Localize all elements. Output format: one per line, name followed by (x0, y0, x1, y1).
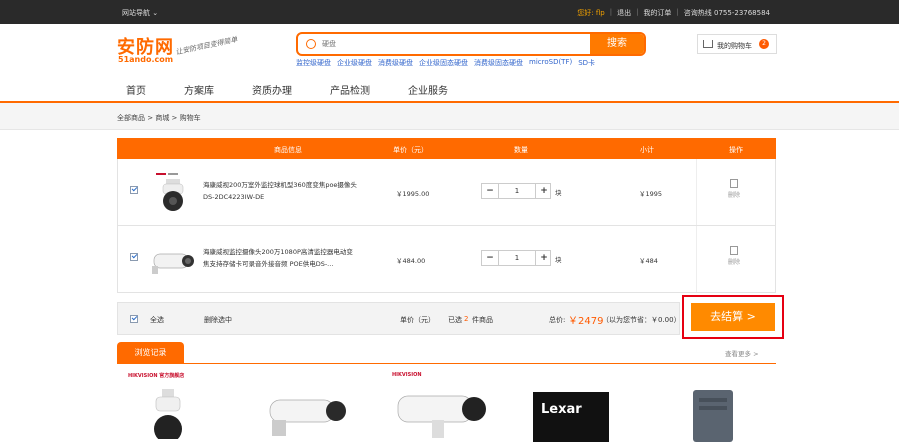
site-logo[interactable]: 安防网 51ando.com 让安防项目变得简单 (117, 33, 257, 67)
unit-price: ￥484.00 (396, 257, 426, 265)
total-label: 总价: (549, 316, 566, 324)
product-image (269, 399, 346, 436)
history-item[interactable]: Lexar (533, 392, 609, 442)
history-item[interactable] (262, 390, 352, 444)
product-name[interactable]: 海康威视监控摄像头200万1080P高清监控器电动变焦支持存储卡可录音外接音频 … (203, 246, 358, 270)
hot-keyword[interactable]: 企业级硬盘 (337, 58, 372, 68)
history-item[interactable]: HIKVISION 官方旗舰店 (128, 372, 208, 443)
divider (696, 159, 697, 225)
summary-unit-price-label: 单价（元） (400, 316, 435, 324)
product-name[interactable]: 海康威视200万室外监控球机型360度变焦poe摄像头DS-2DC4223IW-… (203, 179, 358, 203)
cart-item-row: 海康威视200万室外监控球机型360度变焦poe摄像头DS-2DC4223IW-… (117, 159, 776, 226)
view-more-link[interactable]: 查看更多 > (725, 348, 759, 358)
header-quantity: 数量 (514, 146, 528, 154)
hot-keyword[interactable]: microSD(TF) (529, 58, 572, 68)
quantity-unit: 块 (555, 256, 562, 264)
product-image (154, 389, 182, 443)
hot-keyword[interactable]: 监控级硬盘 (296, 58, 331, 68)
history-item[interactable]: HIKVISION (392, 372, 492, 442)
logo-domain-text: 51ando.com (118, 55, 174, 64)
site-nav-menu[interactable]: 网站导航 ⌄ (122, 8, 158, 18)
hot-keyword[interactable]: 企业级固态硬盘 (419, 58, 468, 68)
header-subtotal: 小计 (640, 146, 654, 154)
delete-label: 删除 (728, 192, 741, 199)
my-cart-button[interactable]: 我的购物车 2 (697, 34, 777, 54)
search-box: 搜索 (296, 32, 646, 56)
checkout-button[interactable]: 去结算 > (691, 303, 775, 331)
breadcrumb-bar: 全部商品 > 商城 > 购物车 (0, 103, 899, 130)
trash-icon (730, 179, 738, 188)
hot-keyword[interactable]: 消费级固态硬盘 (474, 58, 523, 68)
search-icon (306, 39, 316, 49)
history-item[interactable] (683, 386, 743, 444)
trash-icon (730, 246, 738, 255)
header-unit-price: 单价（元） (393, 146, 428, 154)
quantity-unit: 块 (555, 189, 562, 197)
decrease-quantity-button[interactable]: − (482, 184, 498, 198)
brand-label: Lexar (541, 402, 582, 417)
cart-table-header: 商品信息 单价（元） 数量 小计 操作 (117, 138, 776, 159)
selected-count: 2 (464, 315, 469, 323)
increase-quantity-button[interactable]: + (536, 251, 552, 265)
select-all-label[interactable]: 全选 (150, 315, 164, 325)
quantity-input[interactable]: 1 (498, 251, 536, 265)
delete-item-button[interactable]: 删除 (728, 246, 740, 266)
delete-label: 删除 (728, 259, 741, 266)
lexar-card-image: Lexar (533, 392, 609, 442)
cart-item-row: 海康威视监控摄像头200万1080P高清监控器电动变焦支持存储卡可录音外接音频 … (117, 226, 776, 293)
delete-item-button[interactable]: 删除 (728, 179, 740, 199)
hotline-text: 咨询热线 0755-23768584 (683, 9, 770, 17)
item-checkbox[interactable] (130, 186, 138, 194)
product-image (693, 390, 733, 442)
item-checkbox[interactable] (130, 253, 138, 261)
header-operation: 操作 (729, 146, 743, 154)
decrease-quantity-button[interactable]: − (482, 251, 498, 265)
quantity-stepper: − 1 + (481, 183, 551, 199)
search-input[interactable] (322, 37, 582, 51)
selected-suffix: 件商品 (472, 316, 493, 324)
item-subtotal: ￥484 (639, 257, 658, 265)
my-orders-link[interactable]: 我的订单 (638, 8, 676, 18)
select-all-checkbox[interactable] (130, 315, 138, 323)
nav-item-enterprise[interactable]: 企业服务 (408, 82, 448, 97)
top-bar-links: 您好: flp | 退出 | 我的订单 | 咨询热线 0755-23768584 (572, 8, 775, 18)
nav-item-testing[interactable]: 产品检测 (330, 82, 370, 97)
logout-link[interactable]: 退出 (612, 8, 636, 18)
nav-item-qualification[interactable]: 资质办理 (252, 82, 292, 97)
brand-label: HIKVISION 官方旗舰店 (128, 373, 185, 379)
increase-quantity-button[interactable]: + (536, 184, 552, 198)
cart-label: 我的购物车 (717, 42, 752, 50)
logo-slogan: 让安防项目变得简单 (174, 35, 239, 57)
hot-keyword[interactable]: 消费级硬盘 (378, 58, 413, 68)
cart-icon (703, 40, 713, 48)
top-bar: 网站导航 ⌄ 您好: flp | 退出 | 我的订单 | 咨询热线 0755-2… (0, 0, 899, 24)
total-price: ￥2479 (568, 316, 604, 327)
divider (696, 226, 697, 292)
unit-price: ￥1995.00 (396, 190, 430, 198)
savings-text: （以为您节省：￥0.00） (602, 316, 681, 324)
cart-count-badge: 2 (759, 39, 769, 49)
product-thumbnail[interactable] (148, 169, 198, 217)
quantity-stepper: − 1 + (481, 250, 551, 266)
header-product-info: 商品信息 (274, 146, 302, 154)
nav-item-home[interactable]: 首页 (126, 82, 146, 97)
breadcrumb[interactable]: 全部商品 > 商城 > 购物车 (117, 113, 201, 123)
history-underline (117, 363, 776, 364)
selected-prefix: 已选 (448, 316, 462, 324)
item-subtotal: ￥1995 (639, 190, 663, 198)
user-greeting: 您好: flp (577, 9, 605, 17)
quantity-input[interactable]: 1 (498, 184, 536, 198)
delete-selected-button[interactable]: 删除选中 (204, 315, 232, 325)
hot-keyword[interactable]: SD卡 (578, 58, 595, 68)
cart-summary-bar: 全选 删除选中 单价（元） 已选 2 件商品 总价: ￥2479 （以为您节省：… (117, 302, 681, 335)
hot-keywords: 监控级硬盘 企业级硬盘 消费级硬盘 企业级固态硬盘 消费级固态硬盘 microS… (296, 58, 595, 68)
search-button[interactable]: 搜索 (590, 34, 644, 54)
product-thumbnail[interactable] (148, 236, 198, 284)
product-image (397, 395, 486, 438)
main-nav: 首页 方案库 资质办理 产品检测 企业服务 (126, 82, 486, 97)
history-tab[interactable]: 浏览记录 (117, 342, 184, 364)
checkout-highlight: 去结算 > (682, 295, 784, 339)
nav-item-solutions[interactable]: 方案库 (184, 82, 214, 97)
